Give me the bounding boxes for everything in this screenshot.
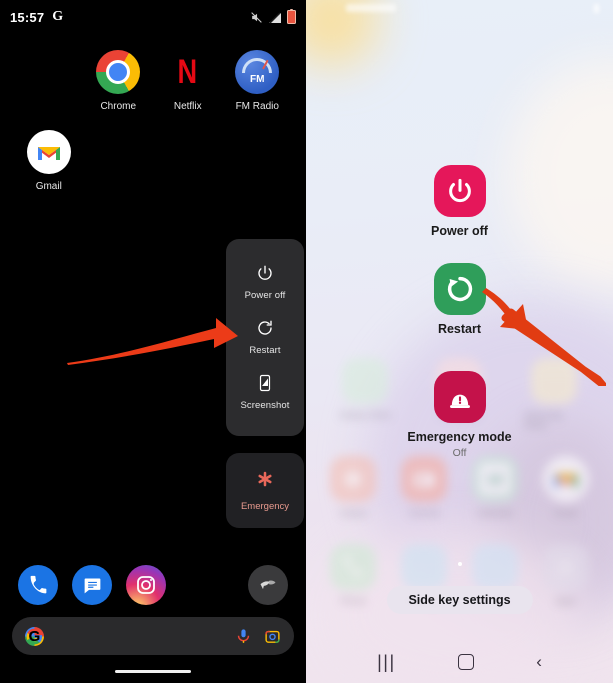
navigation-bar: ||| ‹	[306, 641, 613, 683]
status-text-blur	[346, 4, 396, 12]
bg-app: 12 Calendar	[465, 456, 525, 518]
emergency-label: Emergency	[240, 500, 290, 512]
bg-app-label: Apps	[555, 596, 576, 606]
app-label: Netflix	[173, 101, 202, 112]
home-indicator	[115, 670, 191, 673]
bg-app: Camera	[394, 456, 454, 518]
screenshot-icon	[256, 374, 274, 392]
restart-label: Restart	[437, 322, 482, 336]
home-app-grid: Chrome N Netflix FM FM Radio Gmail	[0, 50, 306, 210]
bg-app-label: Phone	[340, 596, 367, 606]
app-netflix[interactable]: N Netflix	[153, 50, 223, 112]
bird-send-icon[interactable]	[248, 565, 288, 605]
restart-icon	[256, 319, 274, 337]
bg-app: Galaxy	[323, 456, 383, 518]
app-gmail[interactable]: Gmail	[14, 130, 84, 192]
emergency-button[interactable]: Emergency	[226, 453, 304, 528]
back-icon[interactable]: ‹	[536, 652, 542, 672]
emergency-siren-icon[interactable]	[433, 371, 486, 423]
samsung-restart-button[interactable]: Restart	[306, 263, 613, 336]
chrome-icon[interactable]	[96, 50, 141, 94]
messages-icon	[401, 544, 448, 590]
bg-app-label: Calendar	[476, 508, 514, 518]
bg-app-label: Camera	[408, 508, 441, 518]
page-indicator-dot	[457, 562, 462, 566]
recents-icon[interactable]: |||	[377, 652, 396, 673]
emergency-asterisk-icon	[256, 470, 274, 493]
dock	[0, 565, 306, 605]
messages-icon[interactable]	[72, 565, 112, 605]
side-key-settings-button[interactable]: Side key settings	[386, 586, 533, 614]
app-row: Chrome N Netflix FM FM Radio	[14, 50, 292, 112]
right-phone-screen: Galaxy Store Instagram Samsung Notes Gal…	[306, 0, 613, 683]
app-cell-empty	[14, 50, 84, 112]
bg-app-label: Gmail	[553, 508, 578, 518]
status-bar: 15:57 G	[0, 0, 306, 34]
netflix-glyph: N	[177, 53, 198, 91]
google-status-icon: G	[52, 9, 64, 24]
right-status-bar	[306, 0, 613, 22]
dual-phone-screenshot: 15:57 G Chrome N Netflix FM FM Radio Gma…	[0, 0, 613, 683]
google-search-bar[interactable]	[12, 617, 294, 655]
restart-button[interactable]: Restart	[226, 310, 304, 365]
bg-app-row: Galaxy Camera 12 Calendar Gmail	[306, 456, 613, 518]
app-cell-empty	[84, 130, 154, 192]
app-row: Gmail	[14, 130, 292, 192]
signal-icon	[268, 11, 282, 24]
status-clock: 15:57	[10, 9, 45, 25]
app-label: FM Radio	[235, 101, 279, 112]
power-icon[interactable]	[433, 165, 486, 217]
lens-icon[interactable]	[264, 628, 281, 645]
mute-icon	[250, 11, 263, 24]
restart-label: Restart	[249, 345, 281, 356]
mic-icon[interactable]	[235, 628, 252, 645]
app-cell-empty	[153, 130, 223, 192]
bg-app: Apps	[536, 544, 596, 606]
emergency-mode-label: Emergency mode	[407, 430, 512, 444]
power-off-label: Power off	[244, 290, 286, 301]
status-bar-left: 15:57 G	[10, 9, 63, 25]
screenshot-label: Screenshot	[240, 400, 290, 411]
battery-icon	[594, 4, 599, 13]
samsung-emergency-mode-button[interactable]: Emergency mode Off	[306, 371, 613, 459]
bg-app: Gmail	[536, 456, 596, 518]
app-cell-empty	[223, 130, 293, 192]
power-off-button[interactable]: Power off	[226, 255, 304, 310]
bg-app-label: Galaxy	[339, 508, 368, 518]
bg-app: Phone	[323, 544, 383, 606]
power-menu-panel: Power off Restart Screenshot	[226, 239, 304, 436]
screenshot-button[interactable]: Screenshot	[226, 365, 304, 420]
app-label: Gmail	[35, 181, 62, 192]
phone-icon[interactable]	[18, 565, 58, 605]
app-fm-radio[interactable]: FM FM Radio	[223, 50, 293, 112]
left-phone-screen: 15:57 G Chrome N Netflix FM FM Radio Gma…	[0, 0, 306, 683]
emergency-mode-state: Off	[452, 447, 467, 459]
samsung-power-off-button[interactable]: Power off	[306, 165, 613, 238]
restart-icon[interactable]	[433, 263, 486, 315]
netflix-icon[interactable]: N	[166, 50, 210, 94]
internet-icon	[471, 544, 518, 590]
battery-icon	[287, 8, 296, 24]
fm-radio-icon[interactable]: FM	[235, 50, 280, 94]
home-icon[interactable]	[457, 654, 474, 670]
fm-glyph: FM	[250, 74, 265, 85]
status-bar-right	[250, 8, 296, 24]
power-icon	[256, 264, 274, 282]
google-g-icon	[25, 626, 44, 646]
instagram-icon[interactable]	[126, 565, 166, 605]
gmail-icon[interactable]	[26, 130, 71, 174]
app-chrome[interactable]: Chrome	[84, 50, 154, 112]
power-off-label: Power off	[431, 224, 488, 238]
app-label: Chrome	[100, 101, 137, 112]
